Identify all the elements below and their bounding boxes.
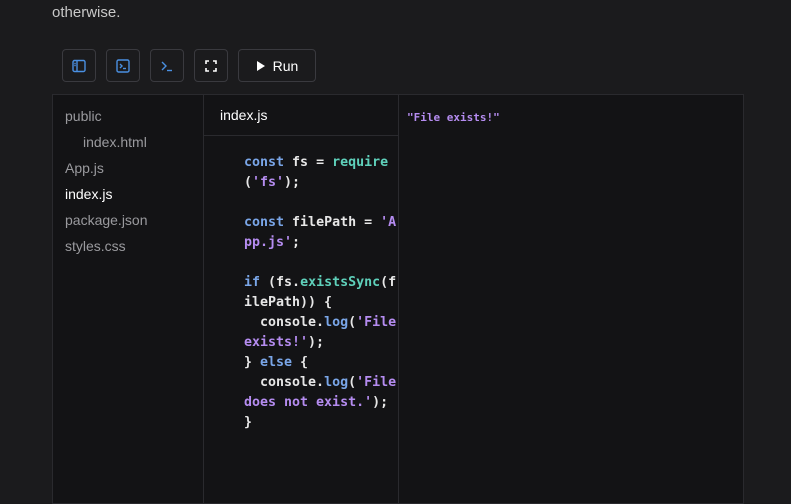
code-token: );	[284, 175, 301, 190]
code-line: does not exist.');	[244, 393, 398, 413]
code-token: 'File	[356, 315, 397, 330]
fullscreen-button[interactable]	[194, 49, 228, 82]
code-token: require	[332, 155, 389, 170]
code-token: (	[348, 375, 357, 390]
file-item[interactable]: index.js	[53, 181, 203, 207]
code-line: const fs = require	[244, 153, 398, 173]
code-token: ;	[292, 235, 301, 250]
code-token: (	[348, 315, 357, 330]
code-token: const	[244, 155, 293, 170]
code-token: does not exist.	[244, 395, 365, 410]
editor-tab-bar: index.js	[204, 95, 398, 136]
code-token: 'File	[356, 375, 397, 390]
code-token: filePath =	[292, 215, 381, 230]
code-line: ilePath)) {	[244, 293, 398, 313]
sidebar-panel-icon	[72, 59, 86, 72]
code-token: exists!'	[244, 335, 309, 350]
code-token: const	[244, 215, 293, 230]
toolbar: Run	[62, 49, 316, 82]
code-line: if (fs.existsSync(f	[244, 273, 398, 293]
toggle-terminal-button[interactable]	[150, 49, 184, 82]
toggle-sidebar-button[interactable]	[62, 49, 96, 82]
code-line: const filePath = 'A	[244, 213, 398, 233]
code-token: if	[244, 275, 269, 290]
file-item[interactable]: public	[53, 103, 203, 129]
code-token: );	[372, 395, 389, 410]
toggle-console-button[interactable]	[106, 49, 140, 82]
console-output: "File exists!"	[407, 111, 500, 124]
output-preview: "File exists!"	[399, 95, 743, 503]
run-button[interactable]: Run	[238, 49, 316, 82]
run-button-label: Run	[272, 57, 299, 74]
code-editor: index.js const fs = require ('fs'); const …	[204, 95, 399, 503]
intro-text: otherwise.	[52, 4, 121, 21]
file-item[interactable]: App.js	[53, 155, 203, 181]
fullscreen-icon	[205, 59, 217, 72]
code-token: pp.js'	[244, 235, 293, 250]
code-line: exists!');	[244, 333, 398, 353]
code-token: (f	[380, 275, 397, 290]
code-token: (	[244, 175, 253, 190]
code-token: existsSync	[300, 275, 381, 290]
code-line: console.log('File	[244, 373, 398, 393]
file-item[interactable]: package.json	[53, 207, 203, 233]
code-token: (fs.	[268, 275, 301, 290]
code-token: console.	[244, 315, 325, 330]
code-token: log	[324, 375, 349, 390]
file-explorer: public index.html App.js index.js package.js…	[53, 95, 204, 503]
code-workspace: public index.html App.js index.js package.js…	[52, 94, 744, 504]
code-token: console.	[244, 375, 325, 390]
code-token: '	[364, 395, 373, 410]
code-line: } else {	[244, 353, 398, 373]
code-line: pp.js';	[244, 233, 398, 253]
code-token: ilePath)) {	[244, 295, 333, 310]
code-line: console.log('File	[244, 313, 398, 333]
code-line: ('fs');	[244, 173, 398, 193]
code-token: 'A	[380, 215, 397, 230]
code-line: }	[244, 413, 398, 433]
code-token: 'fs'	[252, 175, 285, 190]
tab-index-js[interactable]: index.js	[204, 107, 267, 123]
code-token: else	[260, 355, 293, 370]
file-item[interactable]: index.html	[53, 129, 203, 155]
terminal-prompt-icon	[161, 61, 172, 71]
code-token: log	[324, 315, 349, 330]
code-token: }	[244, 355, 261, 370]
code-token: );	[308, 335, 325, 350]
play-icon	[256, 60, 265, 71]
terminal-box-icon	[116, 58, 130, 73]
file-item[interactable]: styles.css	[53, 233, 203, 259]
code-content[interactable]: const fs = require ('fs'); const filePath …	[204, 136, 398, 433]
code-token: }	[244, 415, 253, 430]
code-token: {	[292, 355, 309, 370]
code-token: fs =	[292, 155, 333, 170]
